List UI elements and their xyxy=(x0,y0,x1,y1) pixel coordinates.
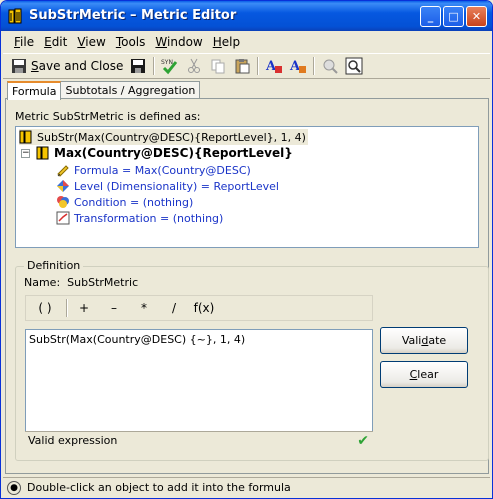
menu-bar: File Edit View Tools Window Help xyxy=(3,31,490,53)
menu-file[interactable]: File xyxy=(9,35,39,49)
toolbar-separator xyxy=(153,57,156,75)
collapse-toggle[interactable]: − xyxy=(21,149,30,158)
metric-name-value: SubStrMetric xyxy=(67,276,139,289)
formula-icon xyxy=(57,165,69,177)
tree-item-condition[interactable]: Condition = (nothing) xyxy=(56,194,193,210)
title-bar[interactable]: SubStrMetric – Metric Editor _ □ ✕ xyxy=(1,1,492,31)
save-close-icon xyxy=(12,59,26,73)
tab-strip: Formula Subtotals / Aggregation xyxy=(7,81,201,100)
minimize-button[interactable]: _ xyxy=(420,6,441,27)
formula-tree[interactable]: SubStr(Max(Country@DESC){ReportLevel}, 1… xyxy=(15,126,479,248)
transformation-icon xyxy=(56,211,70,225)
level-icon xyxy=(57,180,69,192)
toolbar: Save and Close SYN A A xyxy=(3,53,490,79)
bold-a-icon: A xyxy=(265,59,283,74)
paste-icon xyxy=(235,59,250,74)
paste-button[interactable] xyxy=(230,55,254,77)
plus-button[interactable]: + xyxy=(72,298,96,318)
menu-edit[interactable]: Edit xyxy=(39,35,72,49)
cut-icon xyxy=(188,58,201,73)
copy-icon xyxy=(211,59,225,74)
operator-separator xyxy=(66,299,68,317)
search-icon xyxy=(323,59,339,74)
divide-button[interactable]: / xyxy=(162,298,186,318)
metric-name-line: Name: SubStrMetric xyxy=(24,276,139,289)
tree-item-formula[interactable]: Formula = Max(Country@DESC) xyxy=(56,162,251,178)
condition-icon xyxy=(57,196,69,208)
validation-message: Valid expression xyxy=(28,434,118,447)
toolbar-separator xyxy=(313,57,316,75)
window-title: SubStrMetric – Metric Editor xyxy=(29,8,237,23)
tree-child-node[interactable]: Max(Country@DESC){ReportLevel} xyxy=(36,145,293,161)
check-syntax-icon: SYN xyxy=(161,59,178,75)
hint-bulb-icon: ● xyxy=(7,480,21,495)
tree-item-level[interactable]: Level (Dimensionality) = ReportLevel xyxy=(56,178,279,194)
format-a-button[interactable]: A xyxy=(286,55,310,77)
cut-button[interactable] xyxy=(182,55,206,77)
tree-item-transformation[interactable]: Transformation = (nothing) xyxy=(56,210,223,226)
definition-group-title: Definition xyxy=(24,259,84,272)
copy-button[interactable] xyxy=(206,55,230,77)
menu-help[interactable]: Help xyxy=(208,35,245,49)
expression-text: SubStr(Max(Country@DESC) {~}, 1, 4) xyxy=(29,333,246,346)
maximize-button[interactable]: □ xyxy=(443,6,464,27)
metric-editor-window: SubStrMetric – Metric Editor _ □ ✕ File … xyxy=(0,0,493,499)
search-button[interactable] xyxy=(318,55,342,77)
metric-icon xyxy=(8,8,22,24)
validation-status: Valid expression ✔ xyxy=(25,431,373,451)
valid-check-icon: ✔ xyxy=(357,433,369,449)
status-bar: ● Double-click an object to add it into … xyxy=(3,477,490,497)
check-syntax-button[interactable]: SYN xyxy=(158,55,182,77)
save-button[interactable] xyxy=(126,55,150,77)
tab-subtotals-aggregation[interactable]: Subtotals / Aggregation xyxy=(60,81,201,99)
clear-button[interactable]: Clear xyxy=(380,361,468,388)
format-a-icon: A xyxy=(289,59,307,74)
operator-toolbar: ( ) + – * / f(x) xyxy=(25,295,373,321)
tree-root-node[interactable]: SubStr(Max(Country@DESC){ReportLevel}, 1… xyxy=(19,129,308,145)
metric-icon xyxy=(19,130,32,144)
properties-button[interactable] xyxy=(342,55,366,77)
save-and-close-button[interactable]: Save and Close xyxy=(7,55,126,77)
tree-child-label: Max(Country@DESC){ReportLevel} xyxy=(54,146,293,160)
menu-tools[interactable]: Tools xyxy=(111,35,151,49)
function-button[interactable]: f(x) xyxy=(192,298,216,318)
toolbar-separator xyxy=(257,57,260,75)
status-text: Double-click an object to add it into th… xyxy=(27,481,291,494)
properties-icon xyxy=(345,57,363,75)
definition-caption: Metric SubStrMetric is defined as: xyxy=(15,110,201,123)
close-button[interactable]: ✕ xyxy=(466,6,487,27)
validate-button[interactable]: Validate xyxy=(380,327,468,354)
menu-view[interactable]: View xyxy=(72,35,110,49)
bold-a-button[interactable]: A xyxy=(262,55,286,77)
menu-window[interactable]: Window xyxy=(150,35,207,49)
tab-formula[interactable]: Formula xyxy=(7,81,62,100)
multiply-button[interactable]: * xyxy=(132,298,156,318)
save-icon xyxy=(131,59,146,73)
metric-icon xyxy=(36,146,49,160)
svg-text:SYN: SYN xyxy=(161,59,173,66)
minus-button[interactable]: – xyxy=(102,298,126,318)
parentheses-button[interactable]: ( ) xyxy=(30,298,60,318)
tree-root-label: SubStr(Max(Country@DESC){ReportLevel}, 1… xyxy=(37,130,306,144)
